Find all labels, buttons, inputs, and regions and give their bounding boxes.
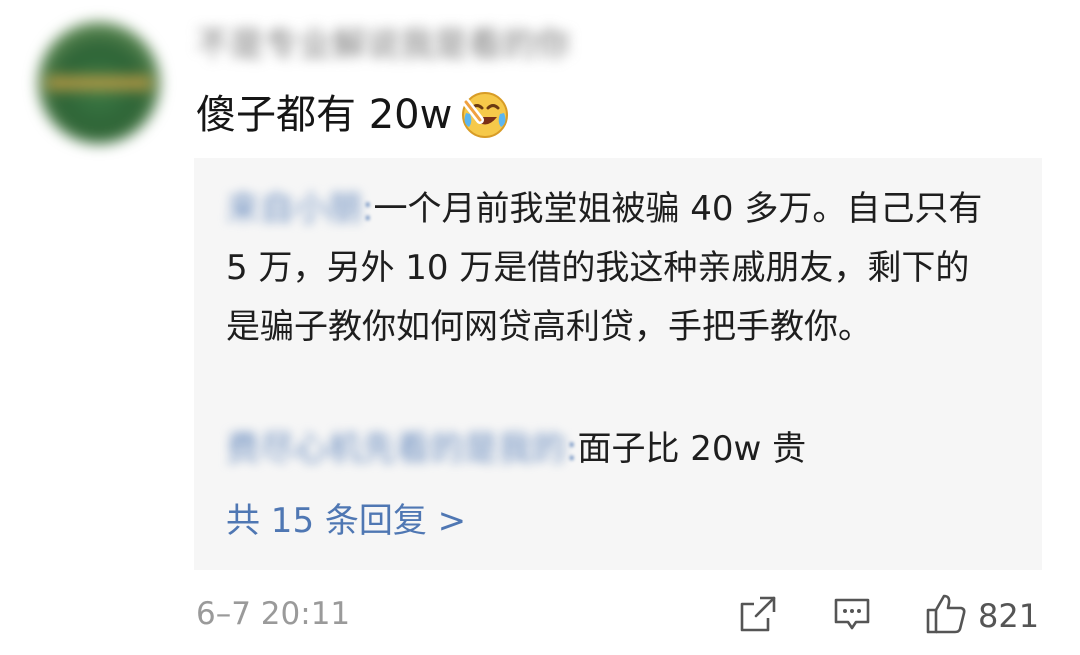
comment-username[interactable]: 不是专业解说我是看的你 xyxy=(196,22,636,68)
share-icon xyxy=(738,594,778,638)
reply-item[interactable]: 来自小朋:一个月前我堂姐被骗 40 多万。自己只有 5 万，另外 10 万是借的… xyxy=(226,180,986,357)
comment-timestamp: 6–7 20:11 xyxy=(196,596,351,632)
laugh-cry-emoji-icon xyxy=(460,90,510,140)
comment-card: 不是专业解说我是看的你 傻子都有 20w 来自小朋:一个月前我堂姐被骗 40 多… xyxy=(0,0,1080,655)
reply-separator: : xyxy=(566,429,578,469)
like-button[interactable]: 821 xyxy=(924,594,1039,638)
like-count: 821 xyxy=(978,597,1040,635)
comment-text-row: 傻子都有 20w xyxy=(196,84,510,146)
comment-icon xyxy=(832,594,872,638)
avatar[interactable] xyxy=(38,22,160,144)
avatar-pattern xyxy=(46,76,152,90)
view-all-replies-link[interactable]: 共 15 条回复 > xyxy=(226,492,466,551)
reply-separator: : xyxy=(362,189,374,229)
reply-button[interactable] xyxy=(832,594,872,638)
comment-text: 傻子都有 20w xyxy=(196,92,453,138)
share-button[interactable] xyxy=(738,594,778,638)
reply-text: 面子比 20w 贵 xyxy=(577,429,807,469)
reply-username[interactable]: 费尽心机先看的是我的 xyxy=(226,420,566,479)
reply-username[interactable]: 来自小朋 xyxy=(226,180,362,239)
reply-thread: 来自小朋:一个月前我堂姐被骗 40 多万。自己只有 5 万，另外 10 万是借的… xyxy=(194,158,1042,570)
thumbs-up-icon xyxy=(924,592,968,640)
reply-item[interactable]: 费尽心机先看的是我的:面子比 20w 贵 xyxy=(226,420,992,479)
